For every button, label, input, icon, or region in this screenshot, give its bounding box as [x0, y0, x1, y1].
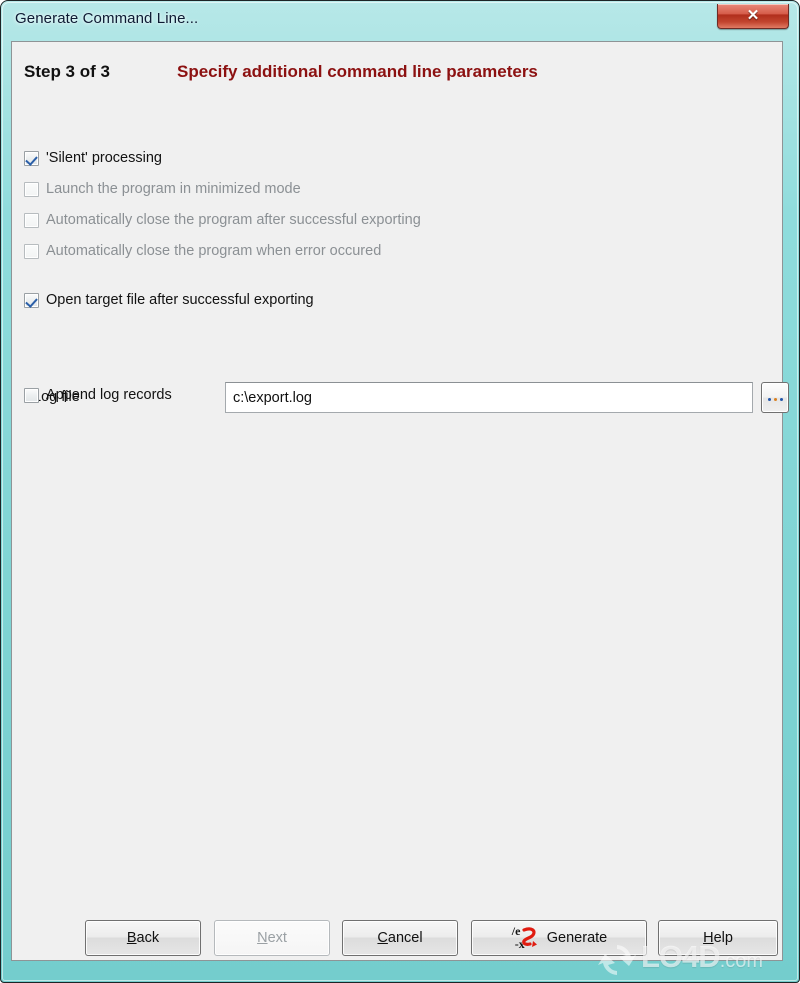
checkbox-label: Append log records [46, 386, 172, 403]
accel-letter: H [703, 930, 714, 946]
checkbox-label: 'Silent' processing [46, 149, 162, 166]
step-indicator: Step 3 of 3 [24, 62, 110, 81]
generate-button-label: Generate [546, 930, 608, 946]
checkbox-autoclose-error[interactable]: Automatically close the program when err… [24, 240, 381, 262]
next-button-label: Next [257, 930, 287, 946]
checkbox-label: Automatically close the program when err… [46, 242, 382, 259]
checkbox-silent-processing[interactable]: 'Silent' processing [24, 147, 162, 169]
checkbox-autoclose-success[interactable]: Automatically close the program after su… [24, 209, 421, 231]
browse-button[interactable] [761, 382, 789, 413]
back-button[interactable]: Back [85, 920, 201, 956]
checkbox-launch-minimized[interactable]: Launch the program in minimized mode [24, 178, 301, 200]
close-button[interactable]: ✕ [717, 4, 789, 29]
help-button-label: Help [703, 930, 733, 946]
help-button[interactable]: Help [658, 920, 778, 956]
checkbox-open-target-file[interactable]: Open target file after successful export… [24, 289, 314, 311]
checkbox-indicator[interactable] [24, 243, 39, 259]
checkbox-indicator[interactable] [24, 387, 39, 403]
page-title: Specify additional command line paramete… [177, 62, 538, 81]
command-line-icon-top: /e [511, 924, 521, 938]
title-bar[interactable]: Generate Command Line... ✕ [1, 1, 800, 41]
accel-letter: N [257, 930, 268, 946]
checkbox-label: Launch the program in minimized mode [46, 180, 301, 197]
cancel-button[interactable]: Cancel [342, 920, 458, 956]
checkbox-label: Open target file after successful export… [46, 291, 314, 308]
checkbox-indicator[interactable] [24, 181, 39, 197]
checkbox-indicator[interactable] [24, 292, 39, 308]
cancel-button-label: Cancel [377, 930, 423, 946]
command-line-icon: /e -x [511, 925, 539, 951]
log-file-input[interactable] [225, 382, 753, 413]
red-arrow-icon [521, 927, 537, 947]
ellipsis-icon [762, 397, 788, 401]
checkbox-label: Automatically close the program after su… [46, 211, 421, 228]
accel-letter: B [126, 930, 137, 946]
window-title: Generate Command Line... [15, 10, 199, 27]
back-button-label: Back [126, 930, 160, 946]
generate-button[interactable]: /e -x Generate [471, 920, 647, 956]
dialog-window: Generate Command Line... ✕ Step 3 of 3 S… [0, 0, 800, 983]
close-icon: ✕ [746, 7, 760, 24]
dialog-content: Step 3 of 3 Specify additional command l… [11, 41, 789, 961]
accel-letter: C [377, 930, 388, 946]
next-button: Next [214, 920, 330, 956]
checkbox-append-log-records[interactable]: Append log records [24, 384, 172, 406]
checkbox-indicator[interactable] [24, 212, 39, 228]
checkbox-indicator[interactable] [24, 150, 39, 166]
